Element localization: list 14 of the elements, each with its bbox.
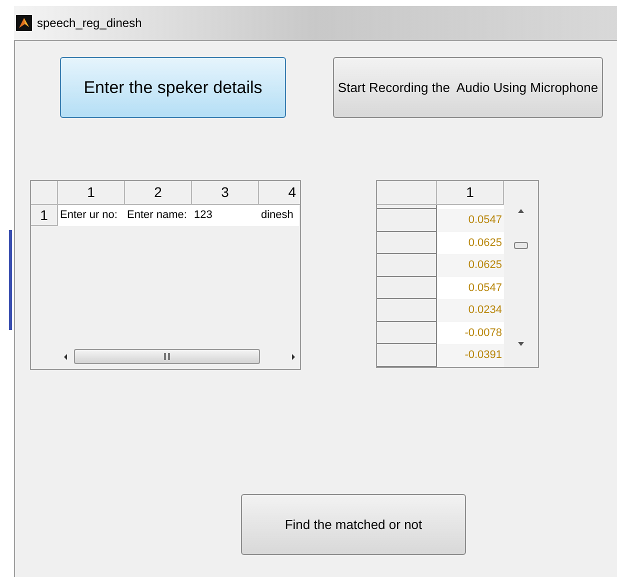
scroll-up-icon[interactable] bbox=[517, 207, 525, 215]
find-button[interactable]: Find the matched or not bbox=[241, 494, 466, 555]
app-icon bbox=[16, 15, 32, 31]
window-title: speech_reg_dinesh bbox=[37, 15, 142, 32]
table-cell[interactable]: 123 bbox=[192, 205, 259, 226]
action-button[interactable]: Start Recording the Audio Using Microphone bbox=[333, 57, 603, 118]
corner-header bbox=[377, 181, 437, 205]
table-cell[interactable]: Enter name: bbox=[125, 205, 192, 226]
scrollbar-thumb[interactable] bbox=[514, 242, 528, 249]
scroll-down-icon[interactable] bbox=[517, 340, 525, 348]
table-cell[interactable]: Enter ur no: bbox=[58, 205, 125, 226]
table-cell[interactable]: dinesh bbox=[259, 205, 299, 226]
action-button[interactable]: Enter the speker details bbox=[60, 57, 286, 118]
scrollbar-thumb[interactable] bbox=[74, 349, 260, 364]
